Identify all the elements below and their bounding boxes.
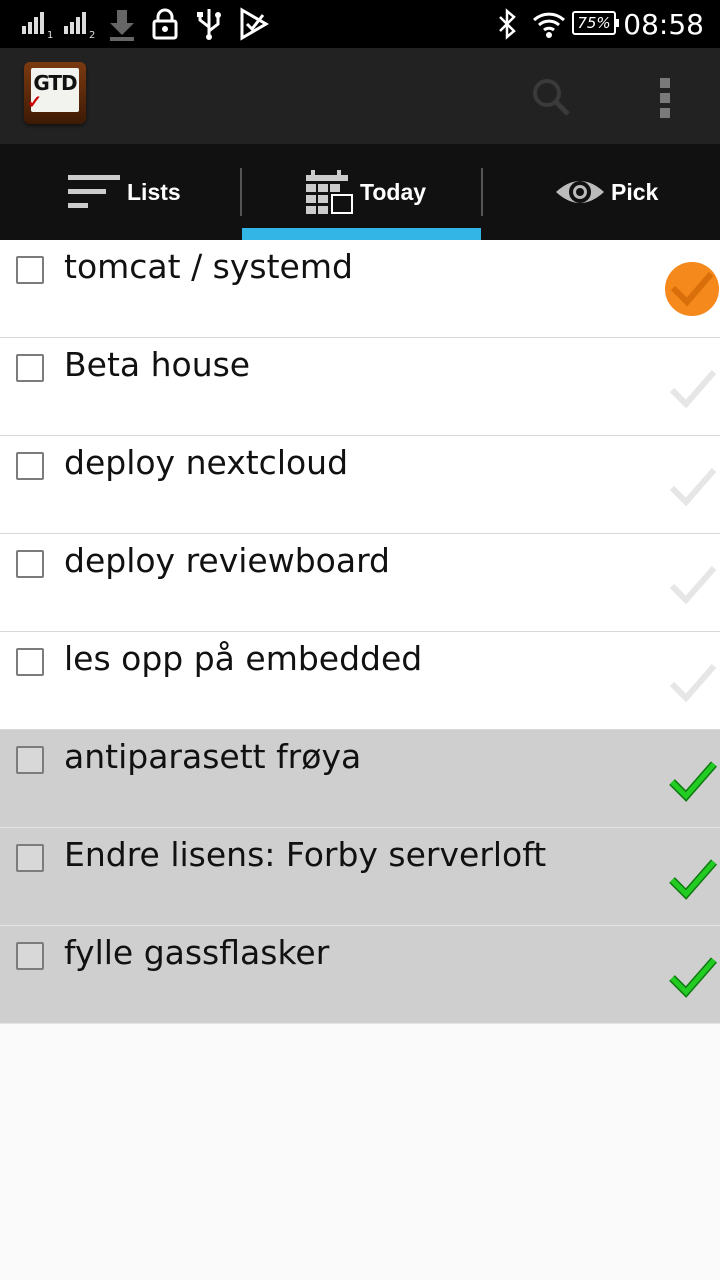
selected-tab-indicator <box>242 228 481 240</box>
calendar-icon <box>306 170 353 214</box>
task-row-done[interactable]: fylle gassflasker <box>0 926 720 1024</box>
signal-sim1-icon: 1 <box>22 12 53 40</box>
battery-indicator: 75% <box>572 11 619 35</box>
wifi-icon <box>532 12 566 38</box>
task-checkbox[interactable] <box>16 648 44 676</box>
app-logo[interactable]: GTD ✓ <box>24 62 86 124</box>
lists-icon <box>68 175 120 208</box>
tab-pick-label: Pick <box>611 179 659 205</box>
task-title: les opp på embedded <box>64 639 423 678</box>
done-check-icon[interactable] <box>666 854 720 908</box>
task-title: antiparasett frøya <box>64 737 362 776</box>
task-title: deploy reviewboard <box>64 541 391 580</box>
task-checkbox[interactable] <box>16 746 44 774</box>
sim1-label: 1 <box>47 30 53 40</box>
signal-sim2-icon: 2 <box>64 12 95 40</box>
task-checkbox[interactable] <box>16 550 44 578</box>
task-row[interactable]: deploy reviewboard <box>0 534 720 632</box>
task-row[interactable]: Beta house <box>0 338 720 436</box>
done-check-icon[interactable] <box>666 952 720 1006</box>
overflow-menu-button[interactable] <box>652 74 676 120</box>
task-checkbox[interactable] <box>16 942 44 970</box>
task-row-done[interactable]: antiparasett frøya <box>0 730 720 828</box>
task-checkbox[interactable] <box>16 452 44 480</box>
sim2-label: 2 <box>89 30 95 40</box>
task-row[interactable]: tomcat / systemd <box>0 240 720 338</box>
task-title: Endre lisens: Forby serverloft <box>64 835 547 874</box>
tab-lists[interactable]: Lists <box>0 144 240 240</box>
app-notification-icon <box>240 7 269 41</box>
task-checkbox[interactable] <box>16 354 44 382</box>
task-title: fylle gassflasker <box>64 933 330 972</box>
usb-icon <box>197 9 221 40</box>
status-bar: 1 2 75% 08:58 <box>0 0 720 48</box>
eye-icon <box>556 181 604 203</box>
task-checkbox[interactable] <box>16 844 44 872</box>
tab-today[interactable]: Today <box>242 144 481 240</box>
overflow-dot-icon <box>660 108 670 118</box>
tab-bar: Lists Today Pick <box>0 144 720 240</box>
clock: 08:58 <box>623 8 704 41</box>
pending-check-icon[interactable] <box>666 462 720 516</box>
lock-icon <box>152 8 178 40</box>
task-row-done[interactable]: Endre lisens: Forby serverloft <box>0 828 720 926</box>
tab-pick[interactable]: Pick <box>483 144 720 240</box>
tab-today-label: Today <box>360 179 427 205</box>
download-icon <box>110 10 134 41</box>
overflow-dot-icon <box>660 78 670 88</box>
task-title: deploy nextcloud <box>64 443 349 482</box>
priority-check-icon[interactable] <box>665 262 719 316</box>
action-bar: GTD ✓ <box>0 48 720 144</box>
search-button[interactable] <box>528 74 574 120</box>
task-row[interactable]: les opp på embedded <box>0 632 720 730</box>
overflow-dot-icon <box>660 93 670 103</box>
logo-check-icon: ✓ <box>27 92 43 112</box>
search-icon <box>533 79 570 116</box>
bluetooth-icon <box>499 8 516 40</box>
done-check-icon[interactable] <box>666 756 720 810</box>
task-title: tomcat / systemd <box>64 247 353 286</box>
task-checkbox[interactable] <box>16 256 44 284</box>
pending-check-icon[interactable] <box>666 560 720 614</box>
task-title: Beta house <box>64 345 251 384</box>
task-list: tomcat / systemd Beta house deploy nextc… <box>0 240 720 1024</box>
pending-check-icon[interactable] <box>666 658 720 712</box>
task-row[interactable]: deploy nextcloud <box>0 436 720 534</box>
tab-lists-label: Lists <box>127 179 181 205</box>
pending-check-icon[interactable] <box>666 364 720 418</box>
